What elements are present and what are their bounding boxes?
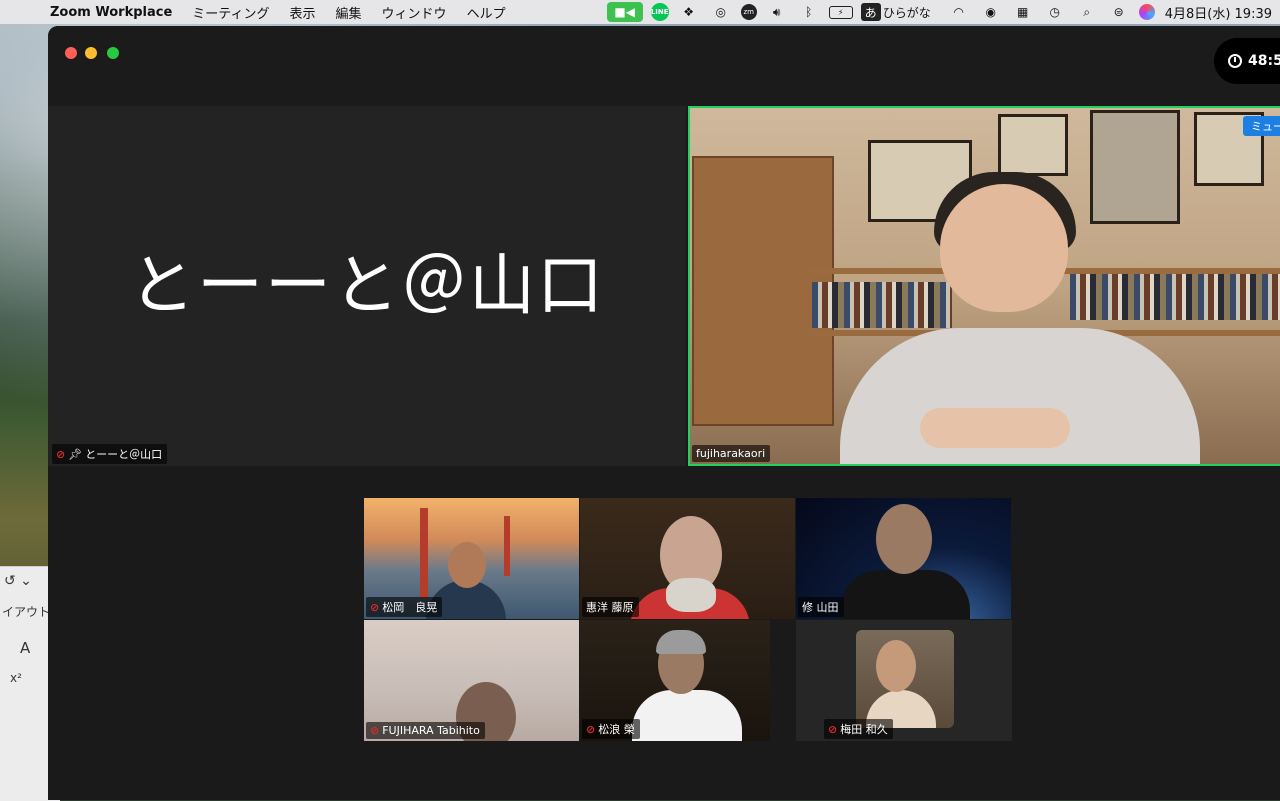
participant-tile[interactable]: 惠洋 藤原 [580,498,795,619]
video-person-body [632,690,742,741]
participant-tile[interactable]: ⊘ 梅田 和久 [796,620,1012,741]
video-person-head [448,542,486,588]
video-person-head [876,640,916,692]
participant-label: ⊘ 松岡 良晃 [366,597,443,617]
minimize-window-button[interactable] [85,47,97,59]
menu-window[interactable]: ウィンドウ [382,3,447,22]
gallery-view: ⊘ 松岡 良晃 惠洋 藤原 修 山田 ⊘ FUJIHARA Tabihito ⊘… [364,498,1012,742]
participant-label: 修 山田 [798,597,844,617]
dropbox-icon[interactable]: ❖ [677,2,701,22]
video-person-body [840,570,970,619]
app-menu[interactable]: Zoom Workplace [50,5,172,20]
mic-off-icon: ⊘ [828,722,838,736]
memory-icon[interactable]: ▦ [1011,2,1035,22]
meeting-timer[interactable]: 48:5 [1214,38,1280,84]
mic-off-icon: ⊘ [370,600,380,614]
status-bar: ■◀ LINE ❖ ◎ zm 🔊︎ ᛒ ⚡ あ ひらがな ◠ ◉ ▦ ◷ ⌕ ⊜… [603,0,1280,24]
participant-tile[interactable]: 修 山田 [796,498,1011,619]
mic-off-icon: ⊘ [370,724,380,737]
video-picture-frame [998,114,1068,176]
timer-text: 48:5 [1248,53,1280,69]
participant-display-name: とーーと＠山口 [129,247,605,324]
participant-name: 松岡 良晃 [382,601,438,614]
search-icon[interactable]: ⌕ [1075,2,1099,22]
bluetooth-icon[interactable]: ᛒ [797,2,821,22]
creative-cloud-icon[interactable]: ◎ [709,2,733,22]
active-speaker-tile[interactable]: ミュー fujiharakaori [688,106,1280,466]
participant-tile[interactable]: ⊘ 松岡 良晃 [364,498,579,619]
mute-notification-badge[interactable]: ミュー [1243,116,1280,136]
video-bridge-tower [420,508,428,598]
superscript-icon[interactable]: x² [10,671,22,685]
undo-icon[interactable]: ↺ ⌄ [4,573,32,589]
ime-label[interactable]: ひらがな [883,4,931,21]
maximize-window-button[interactable] [107,47,119,59]
participant-name: FUJIHARA Tabihito [382,724,480,737]
menu-view[interactable]: 表示 [290,3,316,22]
participant-tile[interactable]: ⊘ FUJIHARA Tabihito [364,620,579,741]
video-person-hand [920,408,1070,448]
wifi-icon[interactable]: ◠ [947,2,971,22]
mic-off-icon: ⊘ [56,447,66,461]
font-size-icon[interactable]: A [20,639,30,657]
close-window-button[interactable] [65,47,77,59]
participant-name: fujiharakaori [696,447,766,460]
layout-tab-label[interactable]: イアウト [2,603,50,620]
video-bridge-tower [504,516,510,576]
zoom-icon[interactable]: zm [740,4,757,20]
video-books [812,282,952,328]
volume-icon[interactable]: 🔊︎ [765,2,789,22]
menu-meeting[interactable]: ミーティング [192,3,269,22]
mic-off-icon: ⊘ [586,722,596,736]
participant-name: 松浪 榮 [598,723,635,736]
window-titlebar: 48:5 [48,26,1280,106]
video-person-head [876,504,932,574]
line-icon[interactable]: LINE [650,3,669,21]
participant-label: fujiharakaori [692,445,771,462]
facetime-icon[interactable]: ■◀ [606,2,643,22]
participant-label: ⊘ 梅田 和久 [824,719,893,739]
pin-icon: 📌︎ [68,447,83,461]
participant-label: 惠洋 藤原 [582,597,639,617]
participant-tile-name-only[interactable]: とーーと＠山口 ⊘ 📌︎ とーーと＠山口 [48,106,686,466]
video-person-cap [656,630,706,654]
menubar: Zoom Workplace ミーティング 表示 編集 ウィンドウ ヘルプ ■◀… [0,0,1280,24]
participant-name: 梅田 和久 [840,723,888,736]
menu-edit[interactable]: 編集 [336,3,362,22]
participant-name: 修 山田 [802,601,839,614]
clock-icon [1228,54,1242,68]
ime-icon[interactable]: あ [860,3,881,21]
video-books [1070,274,1280,320]
video-person-head [940,184,1068,312]
control-center-icon[interactable]: ⊜ [1107,2,1131,22]
zoom-meeting-window: 48:5 とーーと＠山口 ⊘ 📌︎ とーーと＠山口 ミュー fujiharaka… [48,26,1280,800]
participant-name: 惠洋 藤原 [586,601,634,614]
battery-icon[interactable]: ⚡ [828,5,853,19]
siri-icon[interactable] [1138,4,1155,20]
video-person-beard [666,578,716,612]
participant-tile[interactable]: ⊘ 松浪 榮 [580,620,770,741]
time-machine-icon[interactable]: ◷ [1043,2,1067,22]
clock[interactable]: 4月8日(水) 19:39 [1165,3,1272,22]
participant-name: とーーと＠山口 [85,448,163,461]
participant-label: ⊘ FUJIHARA Tabihito [366,722,485,739]
participant-label: ⊘ 📌︎ とーーと＠山口 [52,444,168,464]
participant-label: ⊘ 松浪 榮 [582,719,640,739]
user-icon[interactable]: ◉ [979,2,1003,22]
video-picture-frame [1090,110,1180,224]
menu-help[interactable]: ヘルプ [467,3,506,22]
participant-video-thumb [856,630,954,728]
